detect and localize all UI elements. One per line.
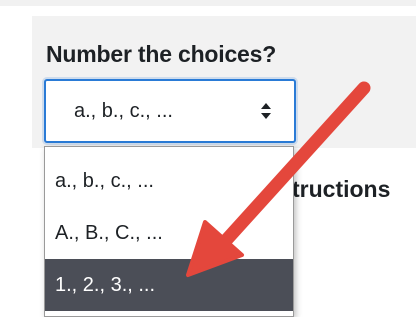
number-choices-select[interactable]: a., b., c., ... (44, 79, 296, 143)
partial-instructions-heading: tructions (292, 176, 391, 202)
select-current-value: a., b., c., ... (74, 100, 173, 122)
top-strip (0, 0, 416, 6)
option-uppercase-letters[interactable]: A., B., C., ... (45, 207, 293, 259)
sort-caret-icon (261, 103, 271, 119)
option-numbers[interactable]: 1., 2., 3., ... (45, 259, 293, 311)
screenshot-stage: Number the choices? a., b., c., ... truc… (0, 0, 416, 317)
option-lowercase-letters[interactable]: a., b., c., ... (45, 155, 293, 207)
select-dropdown-list: a., b., c., ... A., B., C., ... 1., 2., … (44, 146, 294, 317)
number-choices-label: Number the choices? (46, 41, 277, 67)
